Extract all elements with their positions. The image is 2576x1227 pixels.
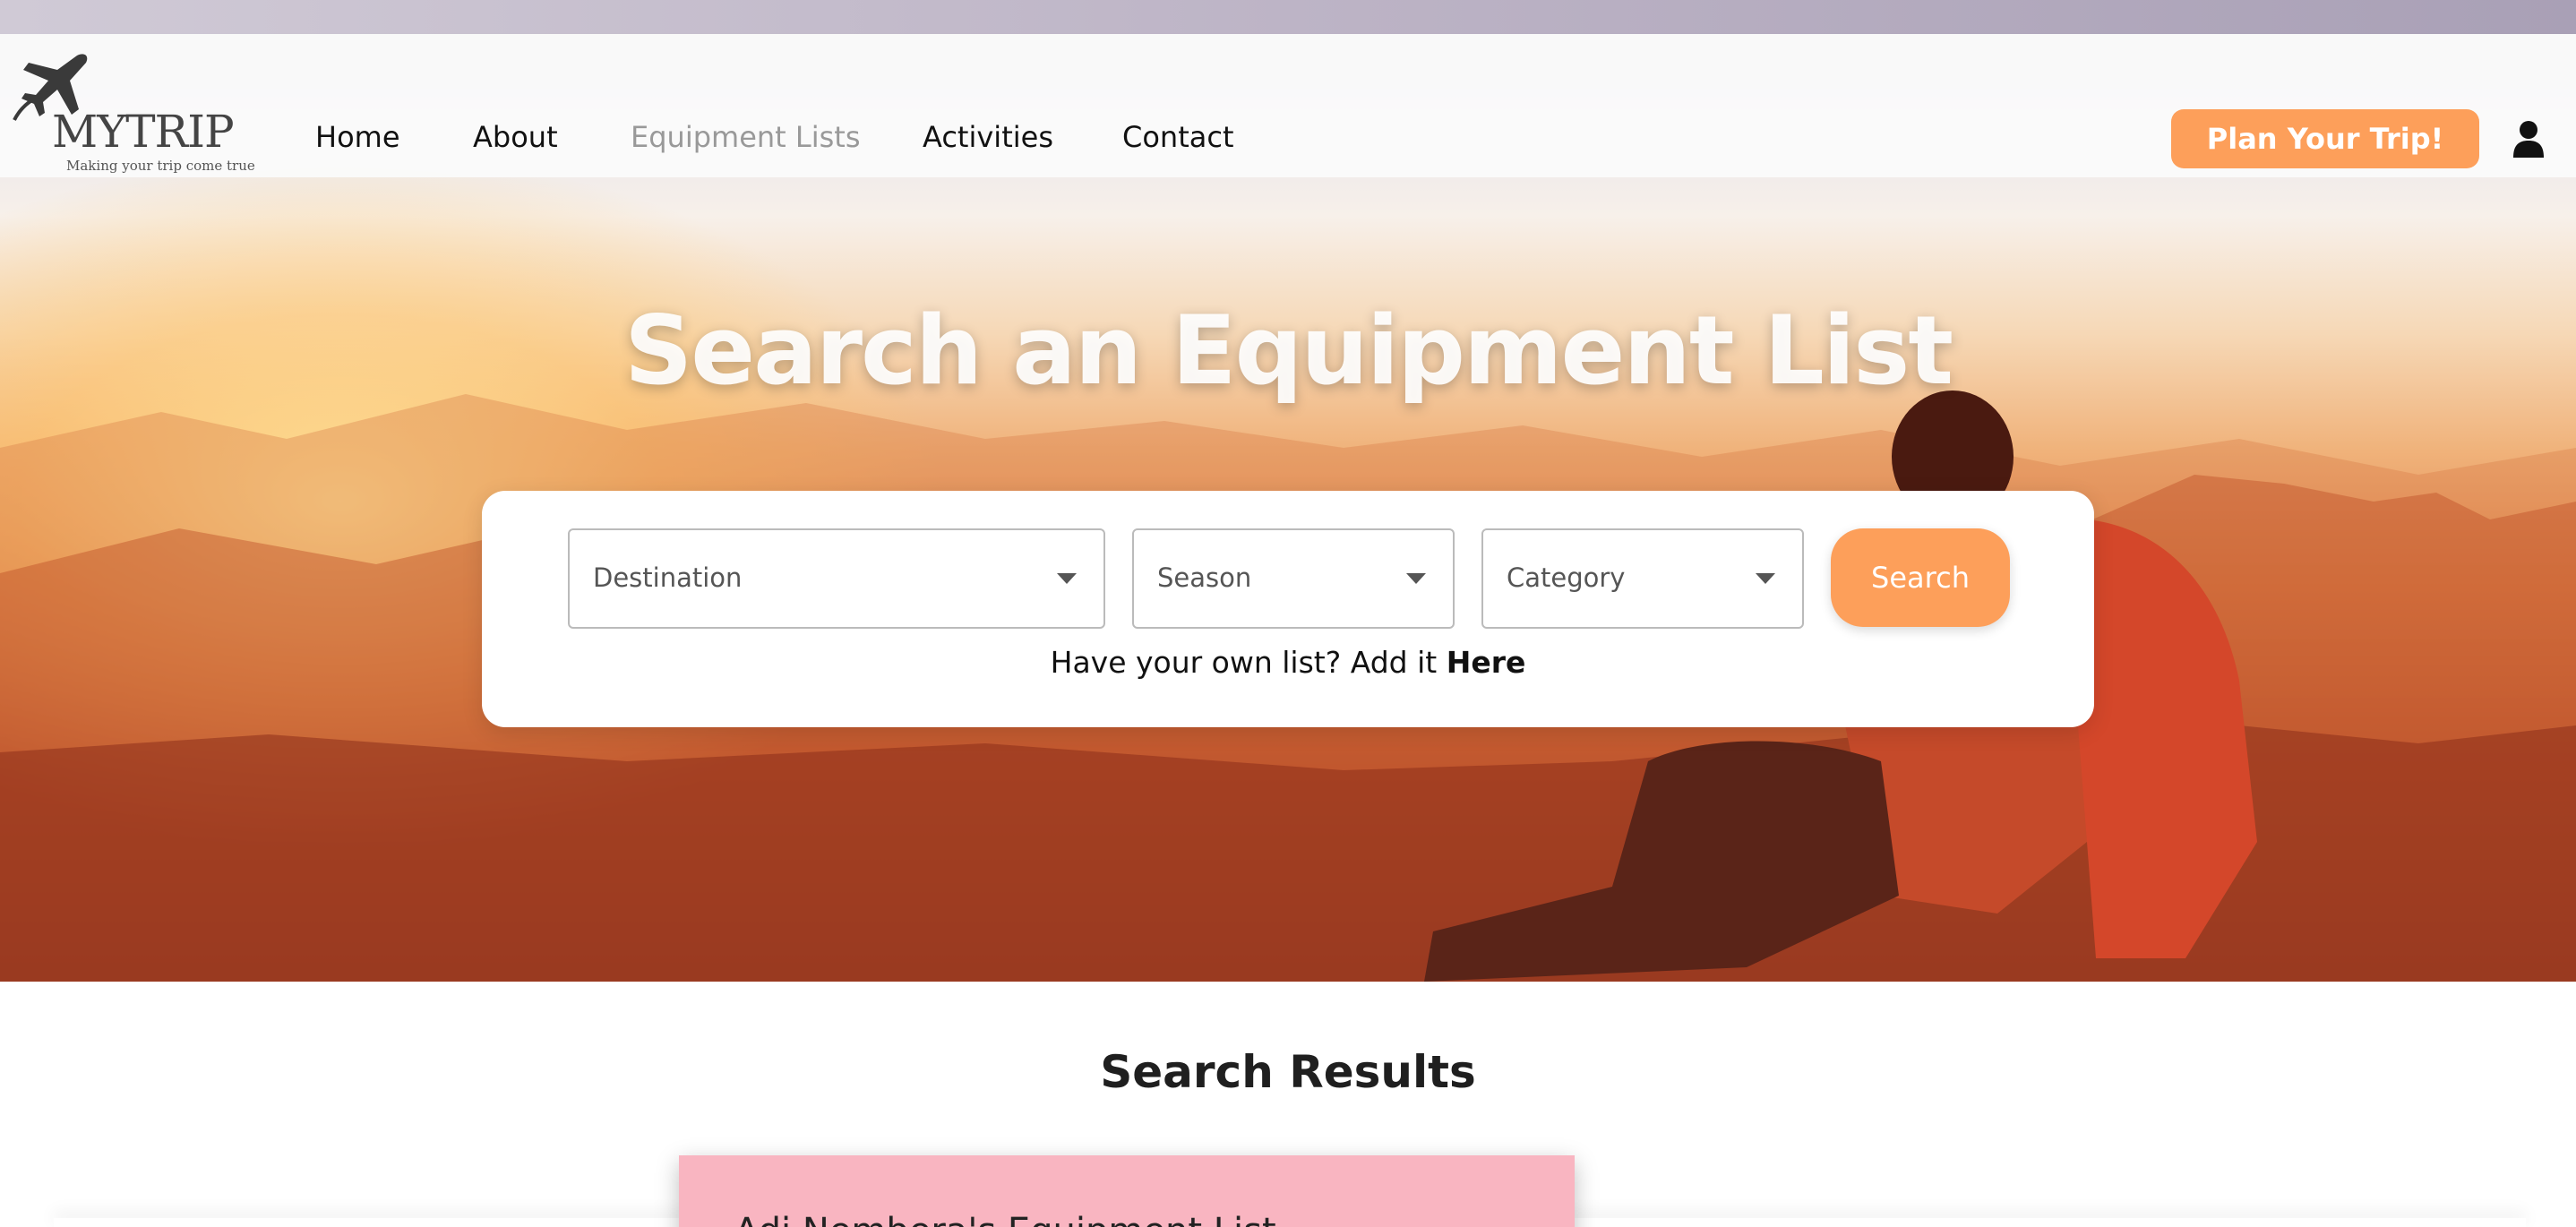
nav-home[interactable]: Home — [315, 120, 400, 154]
result-card[interactable]: Adi Nembera's Equipment List — [679, 1155, 1575, 1227]
add-list-prompt: Have your own list? Add it Here — [482, 645, 2094, 680]
logo[interactable]: MYTRIP Making your trip come true — [13, 50, 255, 174]
nav-contact[interactable]: Contact — [1122, 120, 1234, 154]
user-icon[interactable] — [2513, 120, 2544, 158]
chevron-down-icon — [1057, 573, 1077, 584]
category-select[interactable]: Category — [1481, 528, 1804, 629]
results-title: Search Results — [1100, 1046, 1476, 1098]
chevron-down-icon — [1756, 573, 1775, 584]
search-button[interactable]: Search — [1831, 528, 2010, 627]
add-list-link[interactable]: Here — [1447, 645, 1526, 680]
logo-tagline: Making your trip come true — [66, 158, 255, 174]
destination-label: Destination — [593, 562, 743, 593]
destination-select[interactable]: Destination — [568, 528, 1105, 629]
chevron-down-icon — [1406, 573, 1426, 584]
nav-about[interactable]: About — [473, 120, 558, 154]
navbar: MYTRIP Making your trip come true Home A… — [0, 34, 2576, 177]
plan-trip-button[interactable]: Plan Your Trip! — [2171, 109, 2479, 168]
logo-text: MYTRIP — [52, 106, 235, 158]
top-strip — [0, 0, 2576, 34]
search-card: Destination Season Category Search Have … — [482, 491, 2094, 727]
nav-equipment-lists[interactable]: Equipment Lists — [631, 120, 860, 154]
season-select[interactable]: Season — [1132, 528, 1455, 629]
result-card-title: Adi Nembera's Equipment List — [734, 1211, 1276, 1227]
add-list-text: Have your own list? Add it — [1050, 645, 1447, 680]
nav-activities[interactable]: Activities — [923, 120, 1053, 154]
hero-title: Search an Equipment List — [623, 296, 1953, 406]
category-label: Category — [1507, 562, 1626, 593]
season-label: Season — [1157, 562, 1252, 593]
